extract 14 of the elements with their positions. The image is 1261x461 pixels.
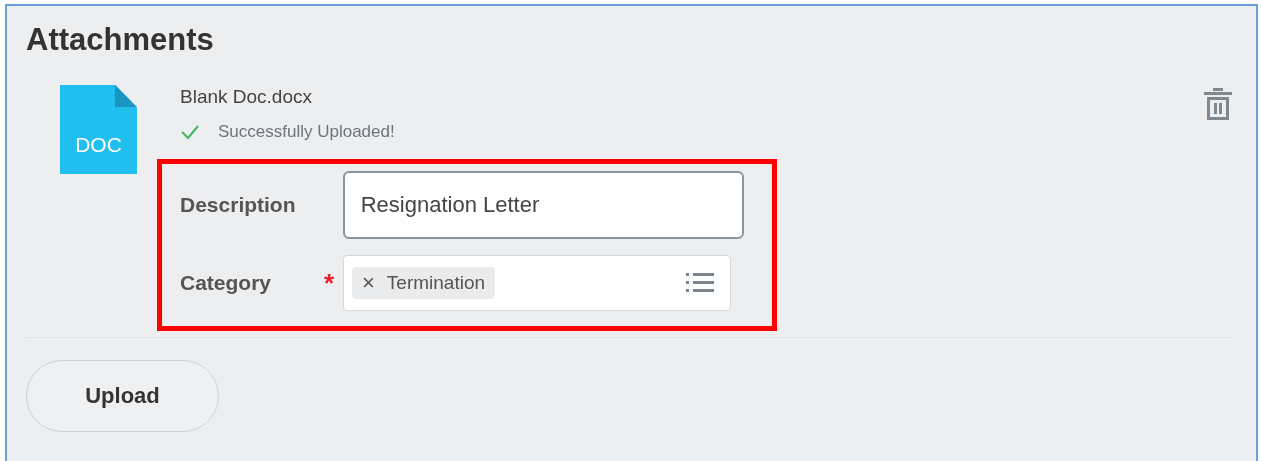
tag-label: Termination [386,272,486,294]
document-icon: DOC [60,85,137,174]
description-field[interactable]: Resignation Letter [342,171,744,239]
remove-tag-button[interactable]: × [362,270,375,296]
upload-status: Successfully Uploaded! [218,122,395,142]
file-name: Blank Doc.docx [180,86,313,108]
trash-icon[interactable] [1204,88,1232,120]
category-field[interactable]: × Termination [343,255,731,311]
required-mark: * [324,267,336,299]
section-title: Attachments [26,22,215,58]
field-label: Category [180,271,273,295]
field-label: Description [180,193,297,217]
upload-button[interactable]: Upload [26,360,219,432]
list-icon[interactable] [686,272,714,294]
